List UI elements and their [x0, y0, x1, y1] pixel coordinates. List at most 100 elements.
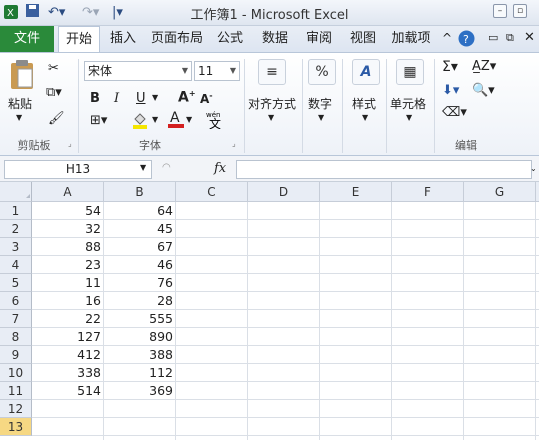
row-header-2[interactable]: 2 [0, 220, 32, 238]
row-header-10[interactable]: 10 [0, 364, 32, 382]
tab-file[interactable]: 文件 [0, 26, 54, 52]
workbook-close-icon[interactable]: ✕ [524, 30, 535, 45]
font-color-dropdown-icon[interactable]: ▼ [186, 115, 192, 124]
cell-b7[interactable]: 555 [104, 310, 176, 328]
cell-a6[interactable]: 16 [32, 292, 104, 310]
cell-b8[interactable]: 890 [104, 328, 176, 346]
tab-review[interactable]: 审阅 [300, 26, 338, 52]
shrink-font-icon[interactable]: A- [200, 91, 213, 106]
cell-a12[interactable] [32, 400, 104, 418]
bold-button[interactable]: B [90, 91, 100, 106]
expand-formula-bar-icon[interactable]: ⌄ [530, 164, 537, 173]
column-header-a[interactable]: A [32, 182, 104, 202]
tab-view[interactable]: 视图 [344, 26, 382, 52]
cells-button[interactable]: 单元格 [390, 95, 426, 112]
cell-a2[interactable]: 32 [32, 220, 104, 238]
row-header-3[interactable]: 3 [0, 238, 32, 256]
italic-button[interactable]: I [114, 91, 119, 106]
paste-dropdown-icon[interactable]: ▼ [16, 113, 22, 122]
row-header-5[interactable]: 5 [0, 274, 32, 292]
name-box-dropdown-icon[interactable]: ▼ [140, 163, 146, 172]
row-header-11[interactable]: 11 [0, 382, 32, 400]
styles-dropdown-icon[interactable]: ▼ [362, 113, 368, 122]
row-header-9[interactable]: 9 [0, 346, 32, 364]
tab-addins[interactable]: 加载项 [386, 26, 436, 52]
font-color-icon[interactable]: A [168, 109, 184, 132]
fill-color-dropdown-icon[interactable]: ▼ [152, 115, 158, 124]
column-header-b[interactable]: B [104, 182, 176, 202]
cell-b5[interactable]: 76 [104, 274, 176, 292]
row-header-4[interactable]: 4 [0, 256, 32, 274]
cell-a1[interactable]: 54 [32, 202, 104, 220]
column-header-e[interactable]: E [320, 182, 392, 202]
help-icon[interactable]: ? [458, 30, 475, 50]
tab-data[interactable]: 数据 [256, 26, 294, 52]
cell-a11[interactable]: 514 [32, 382, 104, 400]
tab-page-layout[interactable]: 页面布局 [146, 26, 208, 52]
fill-color-icon[interactable] [132, 111, 148, 133]
cell-b1[interactable]: 64 [104, 202, 176, 220]
cell-b3[interactable]: 67 [104, 238, 176, 256]
name-box[interactable]: H13 [4, 160, 152, 179]
cell-a10[interactable]: 338 [32, 364, 104, 382]
fill-icon[interactable]: ⬇▾ [442, 83, 459, 98]
cell-b13[interactable] [104, 418, 176, 436]
row-header-7[interactable]: 7 [0, 310, 32, 328]
autosum-icon[interactable]: Σ▾ [442, 59, 458, 75]
cell-b12[interactable] [104, 400, 176, 418]
cell-a5[interactable]: 11 [32, 274, 104, 292]
row-header-12[interactable]: 12 [0, 400, 32, 418]
number-button[interactable]: 数字 [308, 95, 332, 112]
number-dropdown-icon[interactable]: ▼ [318, 113, 324, 122]
minimize-ribbon-icon[interactable]: ^ [442, 31, 452, 45]
column-header-d[interactable]: D [248, 182, 320, 202]
underline-button[interactable]: U [136, 91, 146, 106]
column-header-c[interactable]: C [176, 182, 248, 202]
format-painter-icon[interactable]: 🖌 [48, 111, 65, 126]
font-launcher-icon[interactable]: ⌟ [232, 139, 236, 148]
minimize-button[interactable]: – [493, 4, 507, 18]
cell-b6[interactable]: 28 [104, 292, 176, 310]
clipboard-launcher-icon[interactable]: ⌟ [68, 139, 72, 148]
alignment-dropdown-icon[interactable]: ▼ [268, 113, 274, 122]
cell-a9[interactable]: 412 [32, 346, 104, 364]
column-header-f[interactable]: F [392, 182, 464, 202]
grow-font-icon[interactable]: A+ [178, 89, 196, 106]
cell-a8[interactable]: 127 [32, 328, 104, 346]
underline-dropdown-icon[interactable]: ▼ [152, 93, 158, 102]
font-size-combo[interactable]: 11 ▼ [194, 61, 240, 81]
copy-icon[interactable]: ⧉▾ [46, 85, 62, 100]
cell-b10[interactable]: 112 [104, 364, 176, 382]
cut-icon[interactable]: ✂ [48, 61, 59, 76]
tab-insert[interactable]: 插入 [104, 26, 142, 52]
tab-formulas[interactable]: 公式 [212, 26, 248, 52]
styles-button[interactable]: 样式 [352, 95, 376, 112]
cell-b11[interactable]: 369 [104, 382, 176, 400]
phonetic-guide-icon[interactable]: wén 文 [206, 109, 226, 132]
formula-bar-resize-icon[interactable]: ◠ [162, 162, 171, 173]
borders-icon[interactable]: ⊞▾ [90, 113, 107, 128]
cell-a13[interactable] [32, 418, 104, 436]
cell-a7[interactable]: 22 [32, 310, 104, 328]
cell-b4[interactable]: 46 [104, 256, 176, 274]
workbook-restore-icon[interactable]: ⧉ [506, 31, 514, 45]
restore-button[interactable]: ▫ [513, 4, 527, 18]
select-all-corner[interactable] [0, 182, 32, 202]
find-select-icon[interactable]: 🔍▾ [472, 83, 495, 98]
cell-a3[interactable]: 88 [32, 238, 104, 256]
workbook-minimize-icon[interactable]: ▭ [488, 31, 498, 44]
row-header-13[interactable]: 13 [0, 418, 32, 436]
cell-a4[interactable]: 23 [32, 256, 104, 274]
tab-home[interactable]: 开始 [58, 26, 100, 52]
formula-input[interactable] [236, 160, 532, 179]
row-header-1[interactable]: 1 [0, 202, 32, 220]
column-header-g[interactable]: G [464, 182, 536, 202]
row-header-6[interactable]: 6 [0, 292, 32, 310]
row-header-8[interactable]: 8 [0, 328, 32, 346]
insert-function-icon[interactable]: fx [214, 161, 226, 176]
sort-filter-icon[interactable]: A̲Z▾ [472, 59, 496, 74]
cell-b9[interactable]: 388 [104, 346, 176, 364]
font-name-combo[interactable]: 宋体 ▼ [84, 61, 192, 81]
clear-icon[interactable]: ⌫▾ [442, 105, 467, 120]
alignment-button[interactable]: 对齐方式 [248, 95, 296, 112]
